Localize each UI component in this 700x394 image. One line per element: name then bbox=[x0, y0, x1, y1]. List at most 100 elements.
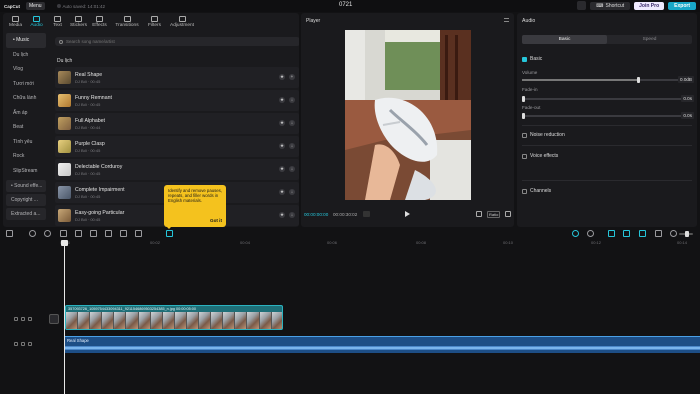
volume-icon[interactable] bbox=[28, 342, 32, 346]
channels-row[interactable]: Channels bbox=[522, 188, 551, 194]
list-item[interactable]: Purple Clasp DJ Bối · 00:45 ★ ↓ bbox=[55, 136, 299, 157]
list-item[interactable]: Delectable Corduroy DJ Bối · 00:45 ★ ↓ bbox=[55, 159, 299, 180]
favorite-icon[interactable]: ★ bbox=[279, 97, 285, 103]
auto-snapping-icon[interactable] bbox=[639, 230, 646, 237]
voice-effects-row[interactable]: Voice effects bbox=[522, 153, 558, 159]
voice-effects-checkbox[interactable] bbox=[522, 153, 527, 159]
fit-icon[interactable] bbox=[476, 211, 482, 217]
linkage-icon[interactable] bbox=[655, 230, 662, 237]
layout-icon[interactable] bbox=[577, 1, 587, 10]
category-extracted[interactable]: Extracted a... bbox=[6, 208, 46, 220]
category-item[interactable]: Du lịch bbox=[3, 48, 49, 63]
download-icon[interactable]: ↓ bbox=[289, 97, 295, 103]
list-item[interactable]: Full Alphabet DJ Bối · 00:44 ★ ↓ bbox=[55, 113, 299, 134]
volume-handle[interactable] bbox=[637, 77, 640, 83]
favorite-icon[interactable]: ★ bbox=[279, 212, 285, 218]
join-pro-button[interactable]: Join Pro bbox=[634, 1, 665, 10]
add-icon[interactable]: + bbox=[289, 74, 295, 80]
category-item[interactable]: Tình yêu bbox=[3, 135, 49, 150]
tab-basic[interactable]: Basic bbox=[522, 35, 607, 44]
snap-icon[interactable] bbox=[608, 230, 615, 237]
tab-effects[interactable]: Effects bbox=[89, 13, 110, 31]
fadein-value[interactable]: 0.0s bbox=[681, 95, 694, 102]
remove-filler-words-icon[interactable] bbox=[166, 230, 173, 237]
fadeout-value[interactable]: 0.0s bbox=[681, 112, 694, 119]
basic-checkbox[interactable] bbox=[522, 56, 527, 62]
search-input[interactable] bbox=[66, 39, 286, 44]
project-title[interactable]: 0721 bbox=[339, 2, 352, 8]
link-icon[interactable] bbox=[572, 230, 579, 237]
volume-slider[interactable] bbox=[522, 77, 682, 83]
download-icon[interactable]: ↓ bbox=[289, 166, 295, 172]
zoom-handle[interactable] bbox=[685, 231, 689, 237]
crop-icon[interactable] bbox=[135, 230, 142, 237]
menu-icon[interactable] bbox=[504, 18, 509, 22]
split-icon[interactable] bbox=[60, 230, 67, 237]
list-item[interactable]: Funny Remnant DJ Bối · 00:45 ★ ↓ bbox=[55, 90, 299, 111]
download-icon[interactable]: ↓ bbox=[289, 212, 295, 218]
download-icon[interactable]: ↓ bbox=[289, 189, 295, 195]
audio-clip[interactable]: Real Shape bbox=[65, 336, 700, 353]
noise-reduction-row[interactable]: Noise reduction bbox=[522, 132, 565, 138]
hide-icon[interactable] bbox=[21, 317, 25, 321]
favorite-icon[interactable]: ★ bbox=[279, 74, 285, 80]
tab-media[interactable]: Media bbox=[5, 13, 26, 31]
download-icon[interactable]: ↓ bbox=[289, 143, 295, 149]
menu-button[interactable]: Menu bbox=[26, 2, 45, 10]
play-button[interactable] bbox=[405, 211, 410, 217]
tab-transitions[interactable]: Transitions bbox=[110, 13, 144, 31]
tab-speed[interactable]: Speed bbox=[607, 35, 692, 44]
tab-audio[interactable]: Audio bbox=[26, 13, 47, 31]
select-tool-icon[interactable] bbox=[6, 230, 13, 237]
category-item[interactable]: Vlog bbox=[3, 62, 49, 77]
noise-reduction-checkbox[interactable] bbox=[522, 132, 527, 138]
favorite-icon[interactable]: ★ bbox=[279, 120, 285, 126]
split-right-icon[interactable] bbox=[90, 230, 97, 237]
category-copyright[interactable]: Copyright ... bbox=[6, 194, 46, 206]
category-sound-effects[interactable]: • Sound effe... bbox=[6, 180, 46, 192]
tab-filters[interactable]: Filters bbox=[144, 13, 165, 31]
lock-icon[interactable] bbox=[14, 342, 18, 346]
tab-stickers[interactable]: Stickers bbox=[68, 13, 89, 31]
list-item[interactable]: Real Shape DJ Bối · 00:45 ★ + bbox=[55, 67, 299, 88]
preview-axis-icon[interactable] bbox=[623, 230, 630, 237]
undo-icon[interactable] bbox=[29, 230, 36, 237]
got-it-button[interactable]: Got it bbox=[210, 218, 222, 223]
video-clip[interactable]: 357093726_1059754433094311_9211546869503… bbox=[65, 305, 283, 330]
category-item[interactable]: Chữa lành bbox=[3, 91, 49, 106]
cover-button[interactable] bbox=[49, 314, 59, 324]
category-item[interactable]: Ấm áp bbox=[3, 106, 49, 121]
mark-icon[interactable] bbox=[120, 230, 127, 237]
fadein-slider[interactable] bbox=[522, 96, 682, 102]
tab-adjustment[interactable]: Adjustment bbox=[165, 13, 199, 31]
subtitle-icon[interactable] bbox=[363, 211, 370, 217]
zoom-slider[interactable] bbox=[679, 231, 693, 237]
playhead-handle[interactable] bbox=[61, 240, 68, 246]
fadeout-slider[interactable] bbox=[522, 113, 682, 119]
playhead[interactable] bbox=[64, 240, 65, 394]
microphone-icon[interactable] bbox=[587, 230, 594, 237]
lock-icon[interactable] bbox=[14, 317, 18, 321]
mute-icon[interactable] bbox=[21, 342, 25, 346]
fullscreen-icon[interactable] bbox=[505, 211, 511, 217]
fadeout-handle[interactable] bbox=[522, 113, 525, 119]
volume-value[interactable]: 0.0dB bbox=[677, 76, 694, 83]
channels-checkbox[interactable] bbox=[522, 188, 527, 194]
ratio-button[interactable]: Ratio bbox=[487, 211, 501, 218]
redo-icon[interactable] bbox=[44, 230, 51, 237]
download-icon[interactable]: ↓ bbox=[289, 120, 295, 126]
split-left-icon[interactable] bbox=[75, 230, 82, 237]
basic-section[interactable]: Basic bbox=[522, 56, 542, 62]
delete-icon[interactable] bbox=[105, 230, 112, 237]
export-button[interactable]: Export bbox=[668, 1, 696, 10]
zoom-out-icon[interactable] bbox=[670, 230, 677, 237]
favorite-icon[interactable]: ★ bbox=[279, 166, 285, 172]
video-preview[interactable] bbox=[345, 30, 471, 200]
favorite-icon[interactable]: ★ bbox=[279, 189, 285, 195]
mute-icon[interactable] bbox=[28, 317, 32, 321]
category-item[interactable]: Beat bbox=[3, 120, 49, 135]
category-item[interactable]: Rock bbox=[3, 149, 49, 164]
shortcut-button[interactable]: ⌨ Shortcut bbox=[590, 1, 631, 10]
timeline-ruler[interactable]: 00:00 00:02 00:04 00:06 00:08 00:10 00:1… bbox=[0, 240, 700, 248]
category-music[interactable]: • Music bbox=[6, 33, 46, 48]
